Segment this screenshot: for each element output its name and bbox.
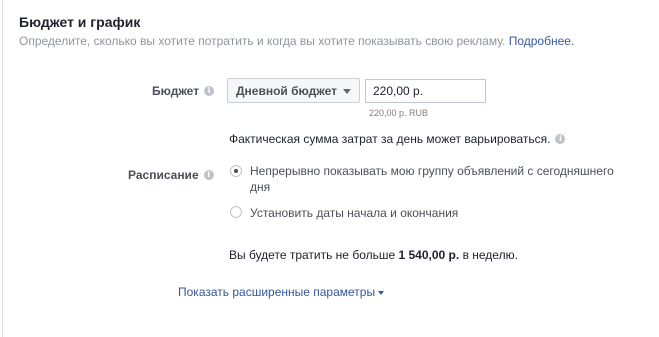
schedule-continuous-radio[interactable] [230, 165, 242, 177]
budget-label-row: Бюджет i [152, 84, 215, 98]
info-icon[interactable]: i [204, 85, 215, 96]
budget-schedule-panel: Бюджет и график Определите, сколько вы х… [2, 0, 659, 337]
info-icon[interactable]: i [203, 169, 214, 180]
weekly-spend-suffix: в неделю. [462, 248, 518, 262]
budget-type-dropdown[interactable]: Дневной бюджет [227, 78, 360, 103]
section-description: Определите, сколько вы хотите потратить … [19, 34, 574, 48]
schedule-continuous-label[interactable]: Непрерывно показывать мою группу объявле… [250, 163, 630, 195]
chevron-down-icon [343, 89, 351, 94]
actual-spend-note: Фактическая сумма затрат за день может в… [229, 132, 566, 146]
actual-spend-note-text: Фактическая сумма затрат за день может в… [229, 132, 551, 146]
weekly-spend-note: Вы будете тратить не больше 1 540,00 р. … [229, 248, 518, 262]
budget-amount-hint: 220,00 р. RUB [369, 108, 429, 118]
budget-type-label: Дневной бюджет [236, 84, 337, 98]
weekly-spend-prefix: Вы будете тратить не больше [229, 248, 396, 262]
learn-more-link[interactable]: Подробнее. [509, 34, 575, 48]
weekly-spend-amount: 1 540,00 р. [398, 248, 460, 262]
section-description-text: Определите, сколько вы хотите потратить … [19, 34, 506, 48]
advanced-options-label: Показать расширенные параметры [178, 285, 376, 299]
schedule-dates-label[interactable]: Установить даты начала и окончания [250, 205, 458, 221]
budget-amount-input[interactable] [365, 79, 486, 103]
show-advanced-options-link[interactable]: Показать расширенные параметры [178, 285, 385, 299]
schedule-label: Расписание [128, 168, 199, 182]
schedule-label-row: Расписание i [128, 168, 214, 182]
info-icon[interactable]: i [555, 133, 566, 144]
section-title: Бюджет и график [19, 14, 141, 30]
budget-label: Бюджет [152, 84, 200, 98]
chevron-down-icon [378, 290, 385, 295]
schedule-dates-radio[interactable] [230, 206, 242, 218]
